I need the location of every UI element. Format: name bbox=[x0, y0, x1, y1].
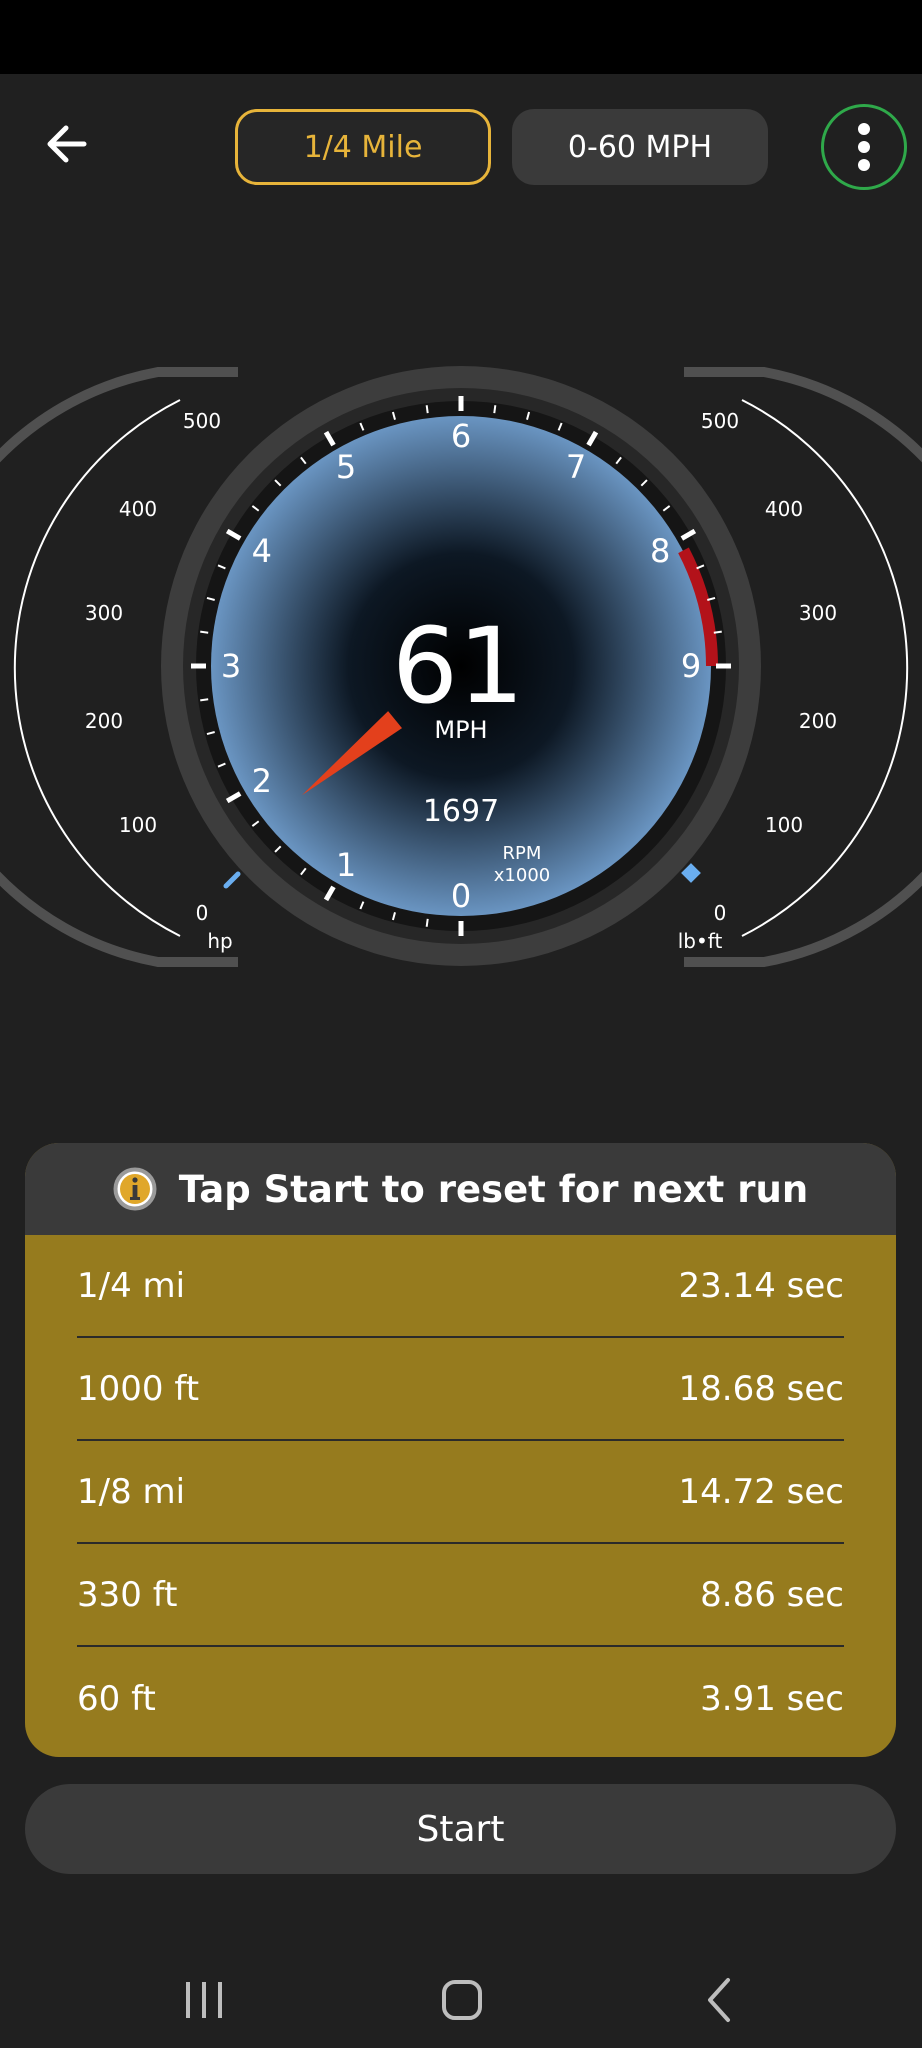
torque-tick-400: 400 bbox=[765, 497, 803, 521]
torque-tick-0: 0 bbox=[714, 901, 727, 925]
result-label: 330 ft bbox=[77, 1574, 178, 1615]
arrow-left-icon bbox=[47, 125, 87, 163]
more-options-button[interactable] bbox=[821, 104, 907, 190]
hp-tick-400: 400 bbox=[119, 497, 157, 521]
hp-unit: hp bbox=[207, 929, 232, 953]
rpm-tick-label: 9 bbox=[681, 647, 701, 685]
rpm-minor-tick bbox=[425, 918, 429, 927]
speed-value: 61 bbox=[392, 605, 524, 727]
torque-tick-100: 100 bbox=[765, 813, 803, 837]
rpm-multiplier-label: x1000 bbox=[494, 865, 550, 886]
rpm-tick-label: 0 bbox=[451, 877, 471, 915]
status-bar bbox=[0, 0, 922, 74]
rpm-unit-label: RPM bbox=[503, 843, 542, 864]
result-value: 8.86 sec bbox=[700, 1574, 844, 1615]
result-value: 14.72 sec bbox=[678, 1471, 844, 1512]
result-row: 330 ft 8.86 sec bbox=[77, 1544, 844, 1647]
results-panel: Tap Start to reset for next run 1/4 mi 2… bbox=[25, 1143, 896, 1757]
more-vertical-icon bbox=[858, 123, 870, 171]
rpm-tick-label: 5 bbox=[336, 448, 356, 486]
hp-tick-300: 300 bbox=[85, 601, 123, 625]
result-value: 18.68 sec bbox=[678, 1368, 844, 1409]
recent-apps-icon bbox=[186, 1982, 222, 2018]
rpm-minor-tick bbox=[200, 698, 209, 702]
result-label: 60 ft bbox=[77, 1678, 156, 1719]
torque-tick-500: 500 bbox=[701, 409, 739, 433]
result-row: 1/8 mi 14.72 sec bbox=[77, 1441, 844, 1544]
recent-apps-button[interactable] bbox=[174, 1970, 234, 2030]
chevron-left-icon bbox=[708, 1978, 730, 2022]
system-nav-bar bbox=[0, 1930, 922, 2048]
tab-quarter-mile[interactable]: 1/4 Mile bbox=[235, 109, 491, 185]
hp-tick-0: 0 bbox=[196, 901, 209, 925]
torque-tick-200: 200 bbox=[799, 709, 837, 733]
result-row: 1/4 mi 23.14 sec bbox=[77, 1235, 844, 1338]
tab-zero-to-sixty[interactable]: 0-60 MPH bbox=[512, 109, 768, 185]
speed-gauge: 500 400 300 200 100 0 hp 500 400 300 200… bbox=[0, 340, 922, 1000]
rpm-value: 1697 bbox=[423, 794, 499, 829]
rpm-tick-label: 8 bbox=[650, 532, 670, 570]
result-label: 1/4 mi bbox=[77, 1265, 186, 1306]
result-value: 23.14 sec bbox=[678, 1265, 844, 1306]
start-button[interactable]: Start bbox=[25, 1784, 896, 1874]
rpm-minor-tick bbox=[425, 405, 429, 414]
result-value: 3.91 sec bbox=[700, 1678, 844, 1719]
hp-tick-500: 500 bbox=[183, 409, 221, 433]
rpm-tick-label: 2 bbox=[252, 762, 272, 800]
back-button[interactable] bbox=[40, 114, 100, 174]
torque-unit: lb•ft bbox=[678, 929, 723, 953]
rpm-tick-label: 7 bbox=[566, 448, 586, 486]
hp-tick-200: 200 bbox=[85, 709, 123, 733]
rpm-tick-label: 1 bbox=[336, 846, 356, 884]
home-button[interactable] bbox=[432, 1970, 492, 2030]
rpm-tick-label: 6 bbox=[451, 417, 471, 455]
info-message: Tap Start to reset for next run bbox=[178, 1167, 809, 1211]
rpm-tick-label: 3 bbox=[221, 647, 241, 685]
home-icon bbox=[442, 1980, 482, 2020]
results-list: 1/4 mi 23.14 sec 1000 ft 18.68 sec 1/8 m… bbox=[25, 1235, 896, 1750]
hp-tick-100: 100 bbox=[119, 813, 157, 837]
speed-unit: MPH bbox=[434, 716, 487, 744]
info-icon bbox=[113, 1167, 157, 1211]
rpm-minor-tick bbox=[493, 405, 497, 414]
rpm-tick-label: 4 bbox=[252, 532, 272, 570]
torque-tick-300: 300 bbox=[799, 601, 837, 625]
system-back-button[interactable] bbox=[690, 1970, 750, 2030]
info-banner: Tap Start to reset for next run bbox=[25, 1143, 896, 1235]
hp-level-marker bbox=[223, 871, 241, 889]
result-row: 1000 ft 18.68 sec bbox=[77, 1338, 844, 1441]
result-label: 1/8 mi bbox=[77, 1471, 186, 1512]
rpm-minor-tick bbox=[713, 630, 722, 634]
result-label: 1000 ft bbox=[77, 1368, 200, 1409]
rpm-minor-tick bbox=[200, 630, 209, 634]
result-row: 60 ft 3.91 sec bbox=[77, 1647, 844, 1750]
